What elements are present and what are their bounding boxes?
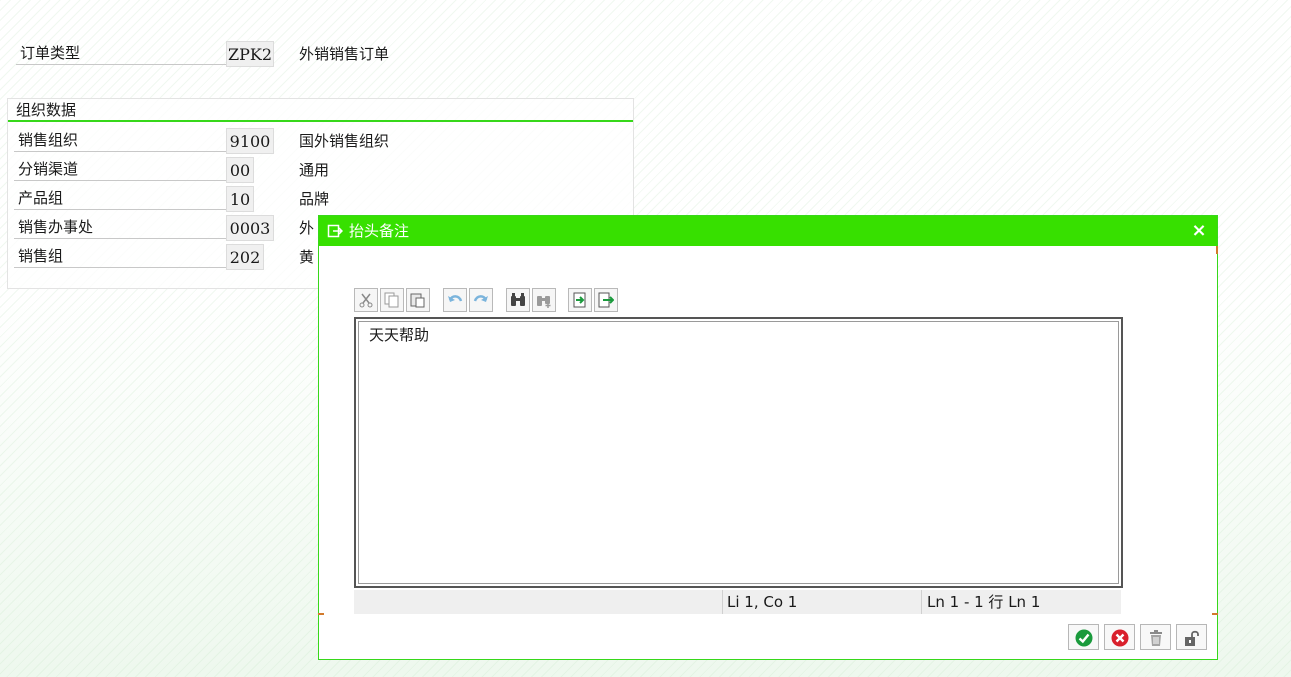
find-next-button[interactable] bbox=[532, 288, 556, 312]
cursor-position: Li 1, Co 1 bbox=[727, 593, 798, 611]
note-text-editor[interactable]: 天天帮助 bbox=[354, 317, 1123, 588]
resize-corner bbox=[1211, 246, 1218, 254]
paste-icon bbox=[410, 293, 425, 308]
order-type-row: 订单类型 ZPK2 外销销售订单 bbox=[16, 41, 416, 67]
distribution-channel-label: 分销渠道 bbox=[14, 157, 226, 181]
resize-corner bbox=[318, 608, 324, 615]
undo-icon bbox=[448, 295, 463, 302]
distribution-channel-row: 分销渠道 00 通用 bbox=[14, 157, 414, 183]
division-description: 品牌 bbox=[299, 190, 330, 208]
sales-org-label: 销售组织 bbox=[14, 128, 226, 152]
redo-icon bbox=[473, 295, 488, 302]
sales-group-description: 黄 bbox=[299, 248, 315, 266]
dialog-title-bar[interactable]: 抬头备注 × bbox=[319, 216, 1217, 246]
editor-frame: 天天帮助 bbox=[358, 321, 1119, 584]
status-divider bbox=[921, 590, 922, 614]
sales-group-field[interactable]: 202 bbox=[226, 244, 264, 270]
copy-button[interactable] bbox=[380, 288, 404, 312]
sales-office-description: 外 bbox=[299, 219, 315, 237]
sales-office-label: 销售办事处 bbox=[14, 215, 226, 239]
import-button[interactable] bbox=[568, 288, 592, 312]
cut-button[interactable] bbox=[354, 288, 378, 312]
order-type-label: 订单类型 bbox=[16, 41, 226, 65]
close-icon[interactable]: × bbox=[1191, 216, 1207, 246]
copy-icon bbox=[384, 292, 399, 308]
cut-icon bbox=[359, 293, 373, 308]
header-note-dialog: 抬头备注 × 天天帮助 Li 1, Co 1 Ln 1 - 1 行 Ln 1 bbox=[318, 215, 1218, 660]
status-divider bbox=[722, 590, 723, 614]
paste-button[interactable] bbox=[406, 288, 430, 312]
order-type-description: 外销销售订单 bbox=[299, 45, 390, 63]
org-data-title: 组织数据 bbox=[16, 101, 77, 119]
unlock-icon bbox=[1185, 630, 1199, 646]
division-row: 产品组 10 品牌 bbox=[14, 186, 414, 212]
group-divider bbox=[8, 120, 633, 122]
sales-office-field[interactable]: 0003 bbox=[226, 215, 274, 241]
note-icon bbox=[327, 224, 343, 238]
sales-org-field[interactable]: 9100 bbox=[226, 128, 274, 154]
import-icon bbox=[573, 292, 586, 308]
unlock-button[interactable] bbox=[1176, 624, 1207, 650]
order-type-code-field[interactable]: ZPK2 bbox=[226, 41, 274, 67]
confirm-button[interactable] bbox=[1068, 624, 1099, 650]
cancel-button[interactable] bbox=[1104, 624, 1135, 650]
sales-org-row: 销售组织 9100 国外销售组织 bbox=[14, 128, 414, 154]
editor-status-bar: Li 1, Co 1 Ln 1 - 1 行 Ln 1 bbox=[354, 590, 1121, 614]
find-button[interactable] bbox=[506, 288, 530, 312]
delete-icon bbox=[1150, 630, 1162, 646]
find-icon bbox=[511, 293, 525, 306]
distribution-channel-description: 通用 bbox=[299, 161, 330, 179]
distribution-channel-field[interactable]: 00 bbox=[226, 157, 254, 183]
division-field[interactable]: 10 bbox=[226, 186, 254, 212]
cancel-icon bbox=[1111, 629, 1129, 647]
division-label: 产品组 bbox=[14, 186, 226, 210]
sales-group-label: 销售组 bbox=[14, 244, 226, 268]
delete-button[interactable] bbox=[1140, 624, 1171, 650]
confirm-icon bbox=[1075, 629, 1093, 647]
undo-button[interactable] bbox=[443, 288, 467, 312]
export-button[interactable] bbox=[594, 288, 618, 312]
line-info: Ln 1 - 1 行 Ln 1 bbox=[927, 593, 1041, 611]
redo-button[interactable] bbox=[469, 288, 493, 312]
find-next-icon bbox=[537, 296, 551, 308]
editor-text[interactable]: 天天帮助 bbox=[369, 324, 429, 345]
export-icon bbox=[598, 292, 614, 308]
dialog-title: 抬头备注 bbox=[349, 222, 410, 240]
resize-corner bbox=[1212, 608, 1218, 615]
sales-org-description: 国外销售组织 bbox=[299, 132, 390, 150]
